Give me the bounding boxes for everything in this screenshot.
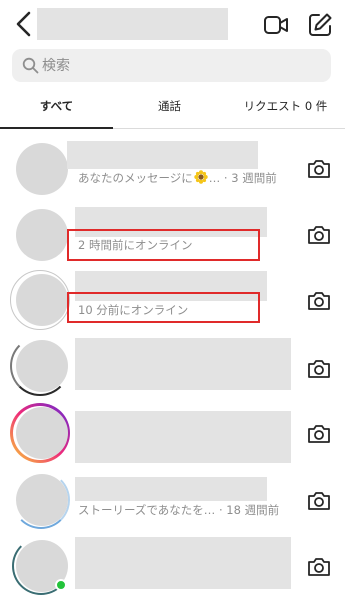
video-call-icon[interactable] bbox=[263, 13, 289, 37]
camera-icon[interactable] bbox=[306, 422, 332, 446]
thread-row[interactable] bbox=[0, 535, 345, 600]
camera-icon[interactable] bbox=[306, 289, 332, 313]
sunflower-icon bbox=[194, 170, 208, 184]
thread-row[interactable]: 2 時間前にオンライン bbox=[0, 203, 345, 269]
tab-calls[interactable]: 通話 bbox=[113, 88, 226, 128]
header bbox=[0, 0, 345, 50]
camera-icon[interactable] bbox=[306, 223, 332, 247]
thread-preview: あなたのメッセージに … · 3 週間前 bbox=[78, 170, 277, 186]
thread-preview: ストーリーズであなたを… · 18 週間前 bbox=[78, 503, 280, 517]
thread-name-redacted bbox=[75, 411, 291, 463]
avatar bbox=[16, 143, 68, 195]
highlight-box bbox=[67, 292, 260, 323]
online-status-dot bbox=[55, 579, 67, 591]
preview-text: あなたのメッセージに bbox=[78, 171, 193, 185]
camera-icon[interactable] bbox=[306, 157, 332, 181]
camera-icon[interactable] bbox=[306, 489, 332, 513]
search-input[interactable] bbox=[42, 49, 322, 82]
tab-bar: すべて 通話 リクエスト 0 件 bbox=[0, 88, 345, 130]
thread-row[interactable] bbox=[0, 336, 345, 402]
thread-name-redacted bbox=[67, 141, 258, 169]
thread-name-redacted bbox=[75, 338, 291, 390]
search-bar[interactable] bbox=[12, 49, 331, 82]
avatar bbox=[16, 340, 68, 392]
thread-row[interactable]: 10 分前にオンライン bbox=[0, 269, 345, 335]
thread-row[interactable] bbox=[0, 403, 345, 469]
thread-row[interactable]: あなたのメッセージに … · 3 週間前 bbox=[0, 137, 345, 203]
camera-icon[interactable] bbox=[306, 555, 332, 579]
back-arrow-icon[interactable] bbox=[12, 10, 36, 38]
thread-row[interactable]: ストーリーズであなたを… · 18 週間前 bbox=[0, 469, 345, 535]
highlight-box bbox=[67, 229, 260, 261]
tab-requests[interactable]: リクエスト 0 件 bbox=[226, 88, 345, 128]
preview-time: … · 3 週間前 bbox=[208, 171, 277, 185]
avatar bbox=[16, 274, 68, 326]
thread-name-redacted bbox=[75, 537, 291, 589]
avatar bbox=[16, 474, 68, 526]
tab-all[interactable]: すべて bbox=[0, 88, 113, 128]
tab-divider bbox=[113, 128, 345, 129]
avatar bbox=[16, 407, 68, 459]
camera-icon[interactable] bbox=[306, 357, 332, 381]
compose-icon[interactable] bbox=[307, 12, 333, 38]
account-name-redacted[interactable] bbox=[37, 8, 228, 40]
active-tab-indicator bbox=[0, 127, 113, 129]
avatar bbox=[16, 209, 68, 261]
search-icon bbox=[22, 57, 39, 74]
thread-name-redacted bbox=[75, 477, 267, 501]
